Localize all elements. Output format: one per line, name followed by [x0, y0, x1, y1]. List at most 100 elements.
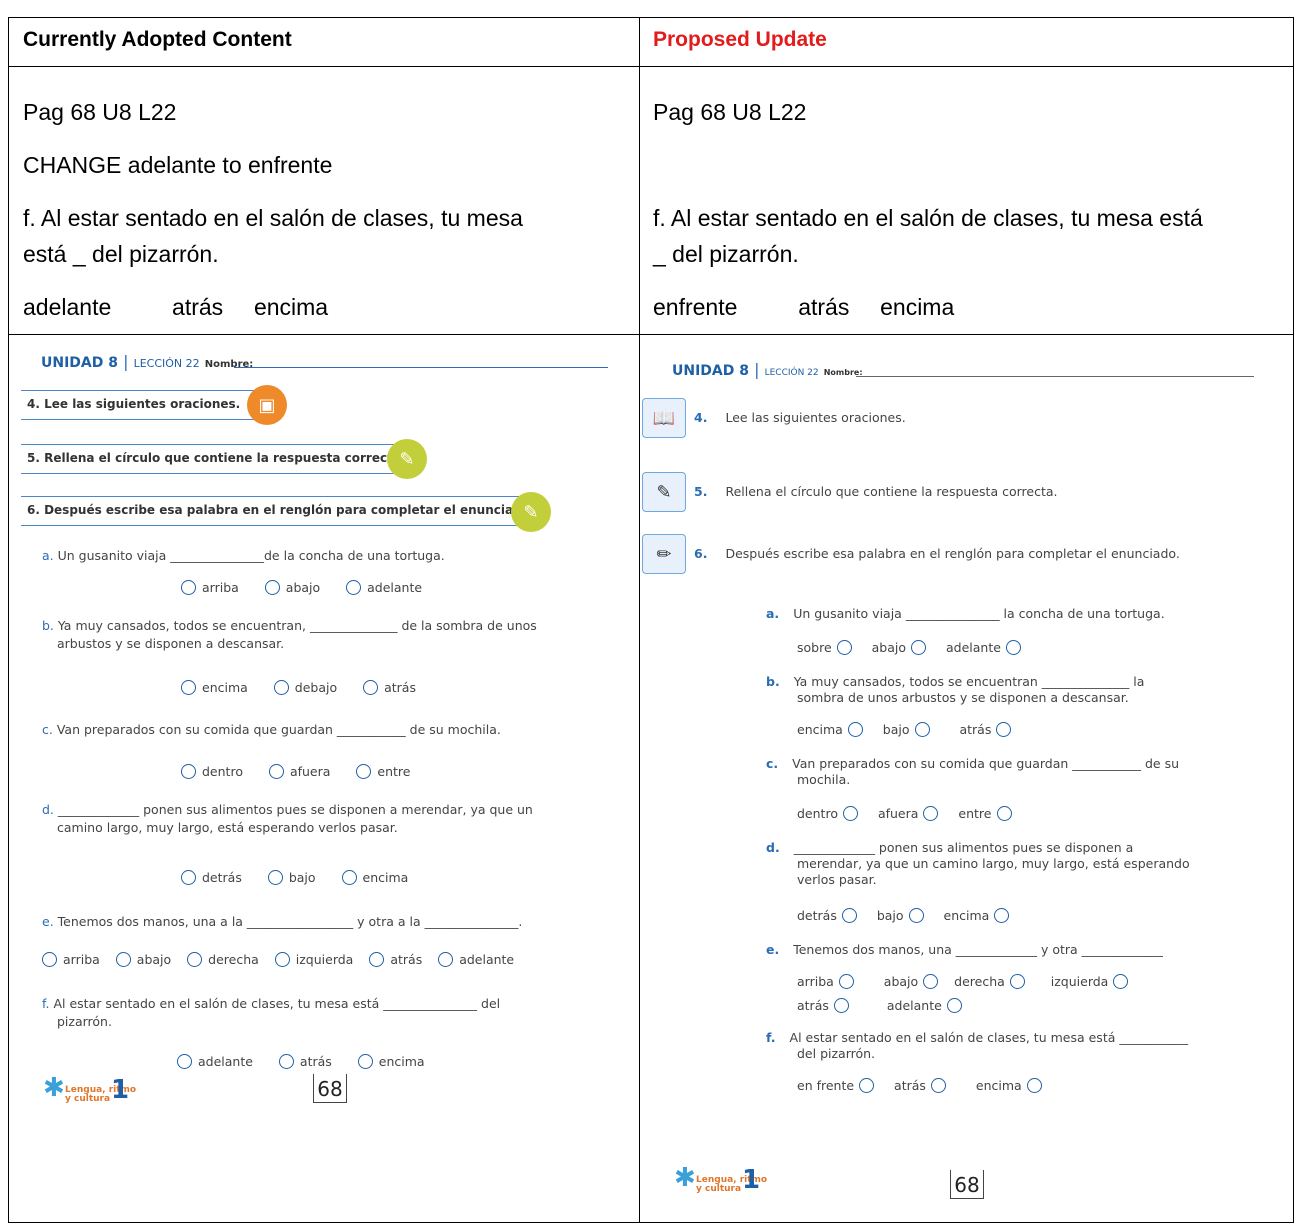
proposed-options: enfrente atrás encima: [653, 291, 954, 323]
proposed-option-1: enfrente: [653, 294, 738, 320]
right-q-f: f. Al estar sentado en el salón de clases…: [766, 1030, 1189, 1045]
right-q-d-line3: verlos pasar.: [797, 872, 877, 887]
radio-circle: [1026, 1078, 1042, 1093]
star-icon: ✱: [43, 1073, 65, 1103]
current-option-3: encima: [253, 294, 329, 320]
radio-circle: [181, 680, 196, 695]
right-q-b-line2: sombra de unos arbustos y se disponen a …: [797, 690, 1129, 705]
left-ws-header: UNIDAD 8 | LECCIÓN 22 Nombre:: [41, 352, 254, 371]
radio-circle: [996, 722, 1012, 737]
proposed-sentence-line2: _ del pizarrón.: [653, 241, 799, 267]
radio-circle: [833, 998, 849, 1013]
right-q-b: b. Ya muy cansados, todos se encuentran _…: [766, 674, 1145, 689]
book-icon: ▣: [247, 385, 287, 425]
left-q-e: e. Tenemos dos manos, una a la _________…: [42, 914, 523, 929]
radio-circle: [994, 908, 1010, 923]
radio-circle: [1009, 974, 1025, 989]
header-divider: [9, 66, 1293, 67]
left-q-a-options: arriba abajo adelante: [181, 580, 444, 598]
radio-circle: [842, 806, 858, 821]
radio-circle: [838, 974, 854, 989]
publisher-logo: ✱ Lengua, ritmo y cultura 1: [674, 1163, 768, 1195]
pencil-icon: ✎: [387, 439, 427, 479]
right-ws-name-line: [856, 376, 1254, 377]
right-page-number: 68: [950, 1170, 984, 1199]
radio-circle: [346, 580, 362, 595]
right-ws-header: UNIDAD 8 | LECCIÓN 22 Nombre:: [672, 360, 863, 379]
left-ws-instr4: 4. Lee las siguientes oraciones.: [21, 390, 271, 420]
kids-reading-icon: 📖: [642, 398, 686, 438]
radio-circle: [859, 1078, 875, 1093]
right-instr6: 6. Después escribe esa palabra en el reng…: [694, 546, 1180, 561]
radio-circle: [847, 722, 863, 737]
pen-circle-icon: ✎: [642, 472, 686, 512]
current-page-ref: Pag 68 U8 L22: [23, 99, 177, 125]
radio-circle: [923, 974, 939, 989]
left-ws-leccion: LECCIÓN 22: [133, 357, 200, 370]
radio-circle: [946, 998, 962, 1013]
left-q-b-options: encima debajo atrás: [181, 680, 438, 698]
comparison-table: Currently Adopted Content Proposed Updat…: [8, 17, 1294, 1223]
left-q-a: a. Un gusanito viaja _______________de l…: [42, 548, 445, 563]
radio-circle: [908, 908, 924, 923]
right-q-c-line2: mochila.: [797, 772, 851, 787]
header-current: Currently Adopted Content: [23, 28, 292, 51]
right-q-f-line2: del pizarrón.: [797, 1046, 876, 1061]
radio-circle: [42, 952, 57, 967]
current-instruction: CHANGE adelante to enfrente: [23, 152, 333, 178]
right-q-e-options-2: atrás adelante: [797, 998, 984, 1013]
right-q-b-options: encima bajo atrás: [797, 722, 1033, 737]
left-q-d-line2: camino largo, muy largo, está esperando …: [57, 820, 398, 835]
radio-circle: [181, 870, 196, 885]
left-q-b: b. Ya muy cansados, todos se encuentran,…: [42, 618, 537, 633]
right-q-d: d. _____________ ponen sus alimentos pues…: [766, 840, 1134, 855]
radio-circle: [341, 870, 357, 885]
radio-circle: [1005, 640, 1021, 655]
pencil-paper-icon: ✏: [642, 534, 686, 574]
left-ws-name-line: [234, 367, 608, 368]
radio-circle: [267, 870, 283, 885]
left-page-number: 68: [313, 1074, 347, 1103]
radio-circle: [996, 806, 1012, 821]
right-instr5: 5. Rellena el círculo que contiene la res…: [694, 484, 1058, 499]
radio-circle: [181, 580, 196, 595]
radio-circle: [273, 680, 289, 695]
proposed-option-2: atrás: [798, 294, 850, 320]
radio-circle: [911, 640, 927, 655]
right-q-a: a. Un gusanito viaja _______________ la c…: [766, 606, 1165, 621]
radio-circle: [841, 908, 857, 923]
left-ws-instr6: 6. Después escribe esa palabra en el ren…: [21, 496, 534, 526]
proposed-page-ref: Pag 68 U8 L22: [653, 99, 807, 125]
right-q-c-options: dentro afuera entre: [797, 806, 1034, 821]
radio-circle: [115, 952, 131, 967]
radio-circle: [836, 640, 852, 655]
radio-circle: [187, 952, 203, 967]
radio-circle: [264, 580, 280, 595]
current-worksheet-image: UNIDAD 8 | LECCIÓN 22 Nombre: 4. Lee las…: [9, 334, 639, 1222]
left-q-e-options: arriba abajo derecha izquierda atrás ade…: [42, 952, 514, 970]
radio-circle: [177, 1054, 192, 1069]
radio-circle: [274, 952, 290, 967]
right-instr4: 4. Lee las siguientes oraciones.: [694, 410, 906, 425]
current-options: adelante atrás encima: [23, 291, 328, 323]
right-q-e: e. Tenemos dos manos, una _____________ y…: [766, 942, 1163, 957]
current-sentence-line2: está _ del pizarrón.: [23, 241, 219, 267]
right-q-a-options: sobre abajo adelante: [797, 640, 1043, 655]
radio-circle: [914, 722, 930, 737]
left-q-f-options: adelante atrás encima: [177, 1054, 447, 1072]
star-icon: ✱: [674, 1163, 696, 1193]
radio-circle: [363, 680, 379, 695]
radio-circle: [356, 764, 372, 779]
radio-circle: [923, 806, 939, 821]
right-q-d-options: detrás bajo encima: [797, 908, 1031, 923]
left-ws-instr5: 5. Rellena el círculo que contiene la re…: [21, 444, 405, 474]
publisher-logo: ✱ Lengua, ritmo y cultura 1: [43, 1073, 137, 1105]
radio-circle: [1113, 974, 1129, 989]
right-ws-unidad: UNIDAD 8: [672, 363, 749, 379]
left-ws-unidad: UNIDAD 8: [41, 355, 118, 371]
right-q-f-options: en frente atrás encima: [797, 1078, 1064, 1093]
left-q-b-line2: arbustos y se disponen a descansar.: [57, 636, 285, 651]
header-proposed: Proposed Update: [653, 28, 827, 51]
radio-circle: [357, 1054, 373, 1069]
current-option-2: atrás: [172, 294, 224, 320]
